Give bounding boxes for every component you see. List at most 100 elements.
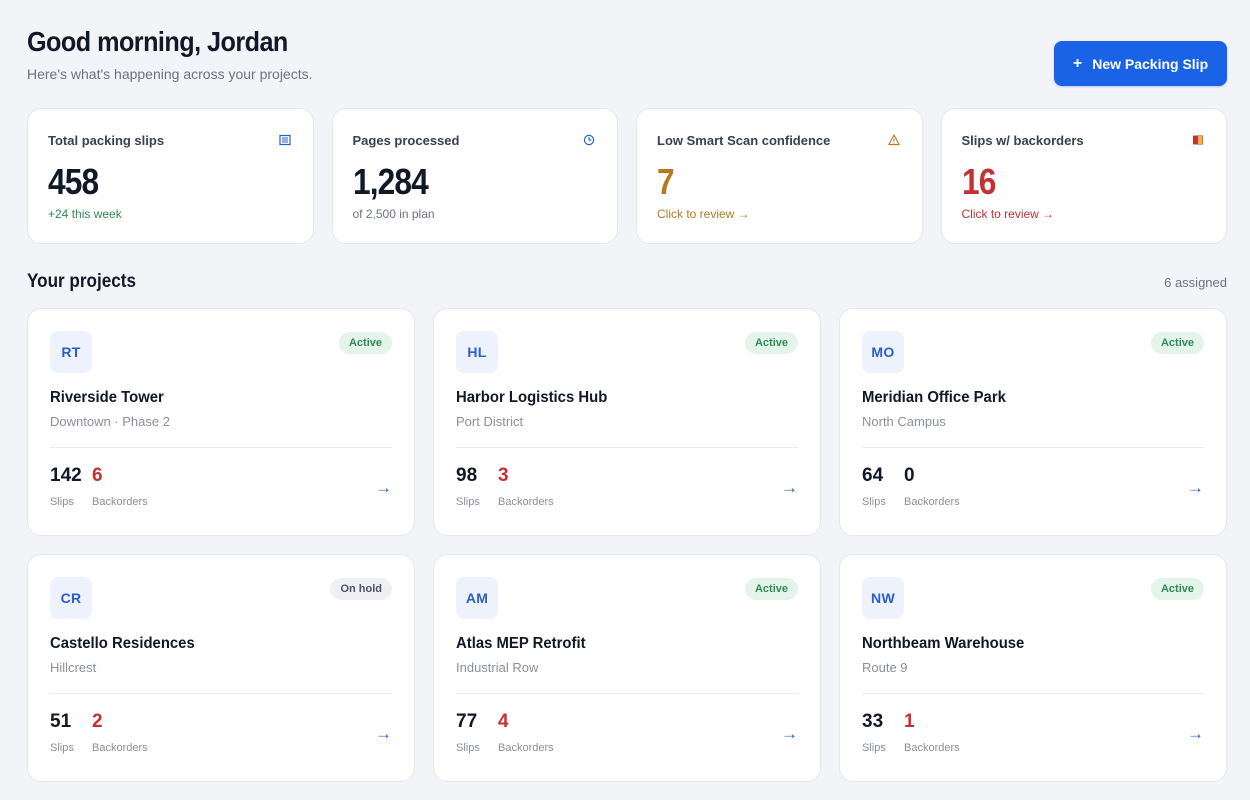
project-card-riverside-tower[interactable]: RT Active Riverside Tower Downtown · Pha…: [27, 308, 415, 536]
card-divider: [456, 693, 798, 694]
project-name: Harbor Logistics Hub: [456, 389, 608, 406]
stat-value: 458: [48, 161, 99, 202]
new-packing-slip-button[interactable]: + New Packing Slip: [1054, 41, 1227, 86]
stats-row: Total packing slips 458 +24 this week Pa…: [27, 108, 1227, 244]
project-location: Industrial Row: [456, 660, 539, 675]
backorders-metric: 2 Backorders: [92, 711, 148, 754]
project-location: Route 9: [862, 660, 908, 675]
slips-label: Slips: [50, 495, 74, 508]
project-location: Port District: [456, 414, 524, 429]
slips-label: Slips: [862, 741, 886, 754]
project-card-harbor-logistics-hub[interactable]: HL Active Harbor Logistics Hub Port Dist…: [433, 308, 821, 536]
projects-count: 6 assigned: [1164, 275, 1227, 290]
stat-label: Pages processed: [352, 133, 460, 148]
slips-label: Slips: [862, 495, 886, 508]
backorders-label: Backorders: [498, 741, 554, 754]
project-location: Downtown · Phase 2: [50, 414, 170, 429]
project-name: Atlas MEP Retrofit: [456, 635, 586, 652]
stat-value: 16: [961, 161, 996, 202]
slips-count: 142: [50, 465, 82, 486]
project-location: North Campus: [862, 414, 946, 429]
open-project-arrow-icon[interactable]: →: [781, 479, 798, 496]
backorders-count: 4: [498, 711, 509, 732]
slips-metric: 51 Slips: [50, 711, 74, 754]
card-divider: [862, 693, 1204, 694]
stat-card-pages-processed[interactable]: Pages processed 1,284 of 2,500 in plan: [331, 108, 618, 244]
slips-metric: 98 Slips: [456, 465, 480, 508]
project-card-meridian-office-park[interactable]: MO Active Meridian Office Park North Cam…: [839, 308, 1227, 536]
backorders-count: 0: [904, 465, 915, 486]
status-badge: Active: [744, 332, 798, 354]
open-project-arrow-icon[interactable]: →: [1187, 479, 1204, 496]
slips-label: Slips: [456, 741, 480, 754]
plus-icon: +: [1072, 54, 1083, 72]
warning-icon: [887, 134, 900, 146]
slips-metric: 33 Slips: [862, 711, 886, 754]
projects-section-title: Your projects: [27, 271, 136, 292]
project-avatar: AM: [456, 577, 498, 619]
backorders-metric: 3 Backorders: [498, 465, 554, 508]
project-name: Northbeam Warehouse: [862, 635, 1025, 652]
open-project-arrow-icon[interactable]: →: [375, 725, 392, 742]
status-badge: Active: [1150, 578, 1204, 600]
slips-label: Slips: [456, 495, 480, 508]
projects-grid: RT Active Riverside Tower Downtown · Pha…: [27, 308, 1227, 782]
page-title: Good morning, Jordan: [27, 26, 288, 57]
stat-card-total-slips[interactable]: Total packing slips 458 +24 this week: [27, 108, 314, 244]
backorders-count: 3: [498, 465, 509, 486]
project-card-atlas-mep-retrofit[interactable]: AM Active Atlas MEP Retrofit Industrial …: [433, 554, 821, 782]
stat-sub: of 2,500 in plan: [352, 207, 435, 221]
slips-count: 33: [862, 711, 884, 732]
backorders-label: Backorders: [904, 495, 960, 508]
project-avatar: HL: [456, 331, 498, 373]
review-link[interactable]: Click to review →: [962, 207, 1055, 221]
project-card-northbeam-warehouse[interactable]: NW Active Northbeam Warehouse Route 9 33…: [839, 554, 1227, 782]
page-subtitle: Here's what's happening across your proj…: [27, 66, 313, 82]
clock-icon: [583, 134, 595, 146]
card-divider: [862, 447, 1204, 448]
project-name: Castello Residences: [50, 635, 195, 652]
backorders-label: Backorders: [92, 741, 148, 754]
document-list-icon: [278, 134, 291, 146]
stat-label: Low Smart Scan confidence: [657, 133, 831, 148]
backorders-count: 6: [92, 465, 103, 486]
stat-card-low-confidence[interactable]: Low Smart Scan confidence 7 Click to rev…: [636, 108, 923, 244]
slips-count: 64: [862, 465, 884, 486]
open-project-arrow-icon[interactable]: →: [1187, 725, 1204, 742]
stat-sub: +24 this week: [48, 207, 122, 221]
status-badge: Active: [338, 332, 392, 354]
slips-count: 77: [456, 711, 478, 732]
open-project-arrow-icon[interactable]: →: [781, 725, 798, 742]
card-divider: [50, 447, 392, 448]
slips-metric: 77 Slips: [456, 711, 480, 754]
backorders-metric: 4 Backorders: [498, 711, 554, 754]
backorders-metric: 6 Backorders: [92, 465, 148, 508]
status-badge: On hold: [330, 578, 392, 600]
backorders-metric: 0 Backorders: [904, 465, 960, 508]
new-packing-slip-label: New Packing Slip: [1092, 55, 1209, 72]
stat-label: Total packing slips: [48, 133, 165, 148]
open-project-arrow-icon[interactable]: →: [375, 479, 392, 496]
project-avatar: NW: [862, 577, 904, 619]
project-avatar: MO: [862, 331, 904, 373]
status-badge: Active: [1150, 332, 1204, 354]
stat-value: 7: [657, 161, 675, 202]
backorders-count: 2: [92, 711, 103, 732]
card-divider: [50, 693, 392, 694]
slips-count: 51: [50, 711, 72, 732]
review-link[interactable]: Click to review →: [657, 207, 750, 221]
stat-label: Slips w/ backorders: [961, 133, 1084, 148]
backorders-metric: 1 Backorders: [904, 711, 960, 754]
project-avatar: CR: [50, 577, 92, 619]
slips-label: Slips: [50, 741, 74, 754]
slips-metric: 142 Slips: [50, 465, 82, 508]
stat-value: 1,284: [352, 161, 429, 202]
stat-card-backorders[interactable]: Slips w/ backorders 16 Click to review →: [940, 108, 1227, 244]
slips-metric: 64 Slips: [862, 465, 886, 508]
backorders-count: 1: [904, 711, 915, 732]
backorders-label: Backorders: [904, 741, 960, 754]
card-divider: [456, 447, 798, 448]
project-card-castello-residences[interactable]: CR On hold Castello Residences Hillcrest…: [27, 554, 415, 782]
project-location: Hillcrest: [50, 660, 97, 675]
dashboard-page: Good morning, Jordan Here's what's happe…: [27, 0, 1227, 800]
